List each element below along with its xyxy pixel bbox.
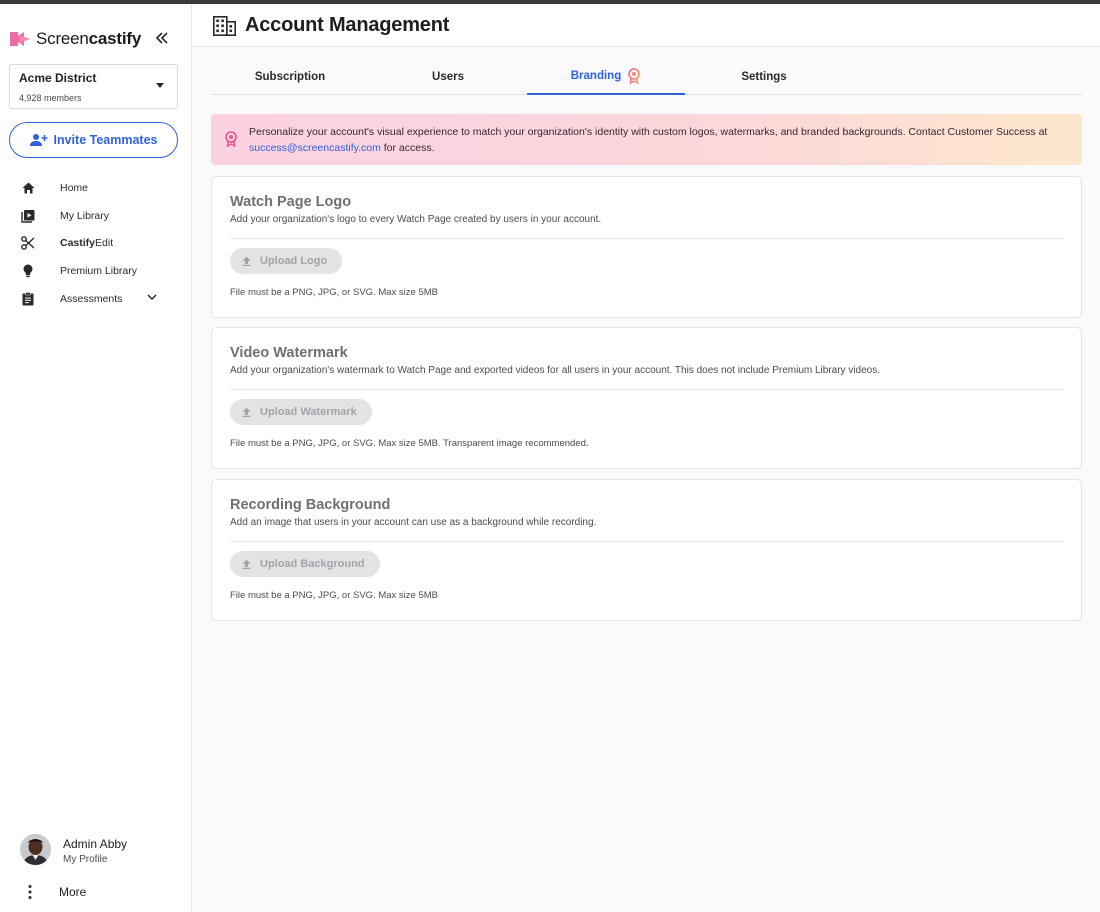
tab-bar: Subscription Users Branding Settings: [211, 59, 1082, 95]
scissors-icon: [20, 235, 36, 251]
sidebar-item-assessments[interactable]: Assessments: [0, 285, 192, 313]
home-icon: [20, 180, 36, 196]
support-email-link[interactable]: success@screencastify.com: [249, 142, 381, 154]
district-members: 4,928 members: [19, 93, 82, 103]
avatar: [20, 834, 51, 865]
sidebar-nav: Home My Library CastifyEdit Premium Libr…: [0, 174, 192, 312]
sidebar-item-label: Home: [60, 181, 89, 194]
page-title: Account Management: [245, 14, 450, 36]
card-description: Add your organization's watermark to Wat…: [230, 365, 881, 376]
card-description: Add an image that users in your account …: [230, 517, 597, 528]
chevron-down-icon[interactable]: [147, 294, 157, 301]
card-title: Watch Page Logo: [230, 194, 352, 210]
tab-branding[interactable]: Branding: [527, 59, 685, 95]
tab-users[interactable]: Users: [369, 59, 527, 95]
upload-icon: [242, 407, 251, 417]
divider: [230, 238, 1064, 239]
banner-text: Personalize your account's visual experi…: [249, 126, 1048, 154]
divider: [230, 541, 1064, 542]
upload-icon: [242, 559, 251, 569]
page-header: Account Management: [193, 4, 1100, 47]
upload-logo-button[interactable]: Upload Logo: [230, 248, 343, 274]
district-selector[interactable]: Acme District 4,928 members: [9, 64, 178, 109]
upload-background-button[interactable]: Upload Background: [230, 551, 380, 577]
file-requirements-hint: File must be a PNG, JPG, or SVG. Max siz…: [230, 590, 439, 601]
main-content: Account Management Subscription Users Br…: [193, 4, 1100, 912]
profile-link[interactable]: Admin Abby My Profile: [20, 834, 180, 870]
file-requirements-hint: File must be a PNG, JPG, or SVG. Max siz…: [230, 287, 439, 298]
upload-icon: [242, 256, 251, 266]
double-chevron-left-icon: [155, 32, 168, 44]
clipboard-icon: [20, 291, 36, 307]
sidebar-item-label: Assessments: [60, 292, 123, 305]
sidebar-item-premium-library[interactable]: Premium Library: [0, 257, 192, 285]
card-title: Recording Background: [230, 497, 391, 513]
collapse-sidebar-button[interactable]: [150, 26, 174, 50]
screencastify-logo-icon: [10, 32, 30, 46]
tab-subscription[interactable]: Subscription: [211, 59, 369, 95]
more-menu-button[interactable]: More: [20, 880, 180, 904]
brand-logo[interactable]: Screencastify: [8, 26, 141, 52]
card-title: Video Watermark: [230, 345, 348, 361]
sidebar: Screencastify Acme District 4,928 member…: [0, 4, 192, 912]
sidebar-item-label: Premium Library: [60, 264, 138, 277]
file-requirements-hint: File must be a PNG, JPG, or SVG. Max siz…: [230, 438, 589, 449]
card-description: Add your organization's logo to every Wa…: [230, 214, 602, 225]
sidebar-item-label: My Library: [60, 209, 110, 222]
award-badge-icon: [628, 68, 641, 84]
sidebar-item-home[interactable]: Home: [0, 174, 192, 202]
video-watermark-card: Video Watermark Add your organization's …: [211, 327, 1082, 469]
recording-background-card: Recording Background Add an image that u…: [211, 479, 1082, 621]
premium-feature-banner: Personalize your account's visual experi…: [211, 114, 1082, 165]
invite-teammates-button[interactable]: Invite Teammates: [9, 122, 178, 158]
award-badge-icon: [225, 131, 237, 147]
sidebar-item-castifyedit[interactable]: CastifyEdit: [0, 229, 192, 257]
more-vertical-icon: [28, 885, 32, 899]
upload-watermark-button[interactable]: Upload Watermark: [230, 399, 372, 425]
divider: [230, 389, 1064, 390]
tab-settings[interactable]: Settings: [685, 59, 843, 95]
sidebar-item-label: CastifyEdit: [60, 237, 114, 250]
video-library-icon: [20, 208, 36, 224]
brand-name: Screencastify: [36, 29, 142, 48]
more-label: More: [59, 885, 87, 899]
caret-down-icon: [156, 83, 164, 88]
add-user-icon: [29, 134, 47, 146]
watch-page-logo-card: Watch Page Logo Add your organization's …: [211, 176, 1082, 318]
profile-name: Admin Abby: [63, 837, 128, 851]
district-name: Acme District: [19, 71, 97, 85]
profile-sub-label: My Profile: [63, 854, 108, 865]
building-icon: [213, 16, 236, 36]
lightbulb-icon: [20, 263, 36, 279]
sidebar-item-my-library[interactable]: My Library: [0, 202, 192, 230]
